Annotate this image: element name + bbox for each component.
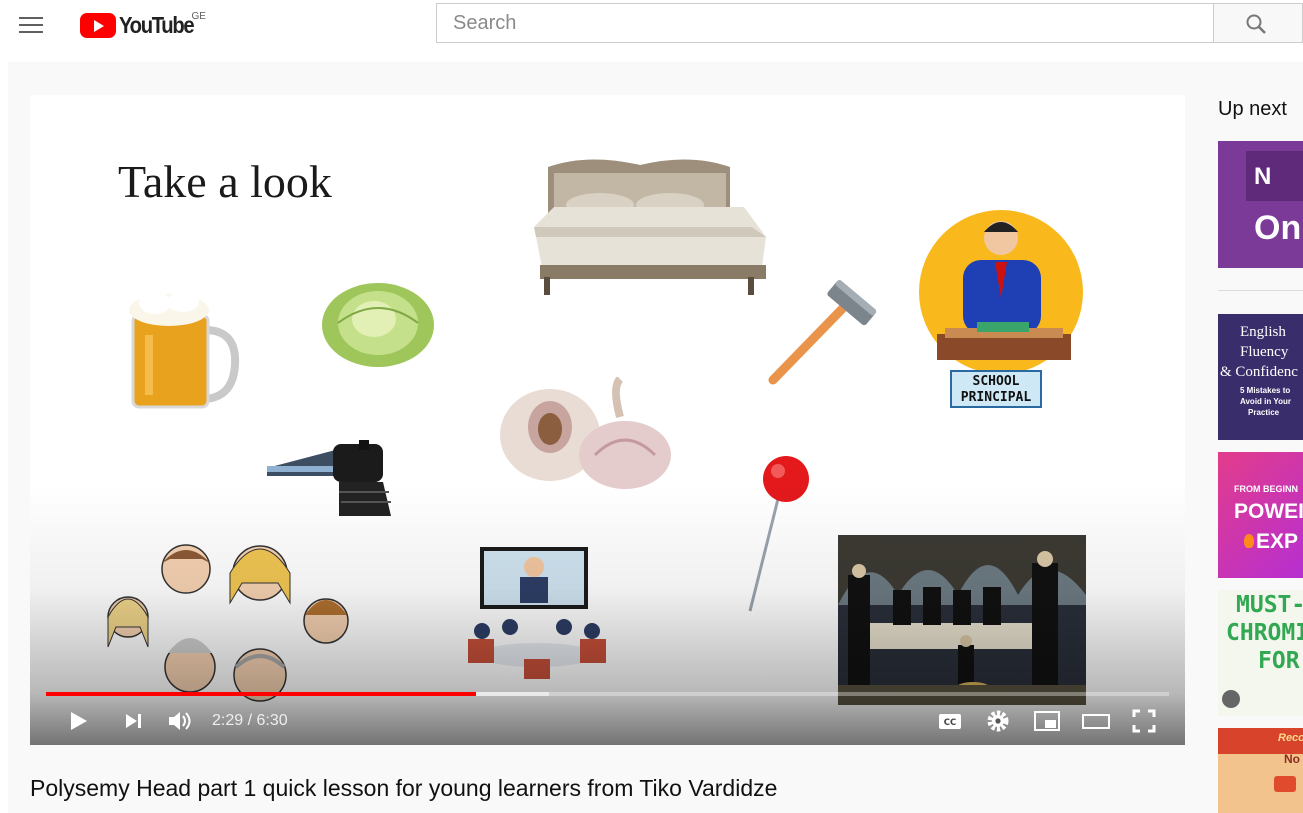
masthead: YouTube GE xyxy=(0,0,1303,56)
youtube-play-icon xyxy=(80,13,116,38)
svg-text:CC: CC xyxy=(944,718,956,728)
youtube-logo[interactable]: YouTube GE xyxy=(80,11,206,39)
up-next-thumbnail[interactable]: N On xyxy=(1218,141,1303,268)
meeting-room-image xyxy=(468,547,606,679)
thumbnail-text: FROM BEGINN xyxy=(1234,484,1298,494)
thumbnail-text: 5 Mistakes to xyxy=(1240,386,1291,395)
duration: 6:30 xyxy=(256,712,288,729)
thumbnail-text: N xyxy=(1254,163,1272,190)
country-code: GE xyxy=(191,11,206,22)
lettuce-image xyxy=(322,283,434,367)
volume-icon[interactable] xyxy=(162,703,198,739)
thumbnail-text: Record xyxy=(1278,732,1303,744)
theater-mode-icon[interactable] xyxy=(1078,703,1114,739)
pushpin-image xyxy=(748,456,809,612)
current-time: 2:29 xyxy=(212,712,244,729)
principal-label-line1: SCHOOL xyxy=(972,374,1020,389)
video-player[interactable]: Take a look SCHOOL PRINCIPAL 2:29 / 6:30… xyxy=(30,95,1185,745)
subtitles-icon[interactable]: CC xyxy=(932,703,968,739)
up-next-thumbnail[interactable]: English Fluency & Confidenc 5 Mistakes t… xyxy=(1218,314,1303,440)
up-next-thumbnail[interactable]: Record No xyxy=(1218,728,1303,813)
fire-icon xyxy=(1244,534,1254,548)
up-next-thumbnail[interactable]: FROM BEGINN POWEI EXP xyxy=(1218,452,1303,578)
search-button[interactable] xyxy=(1213,3,1303,43)
progress-bar[interactable] xyxy=(46,692,1169,696)
guide-menu-icon[interactable] xyxy=(14,10,50,40)
thumbnail-text: POWEI xyxy=(1234,500,1303,523)
thumbnail-text: MUST- xyxy=(1236,592,1303,618)
logo-text: YouTube xyxy=(119,12,195,38)
thumbnail-text: CHROMI xyxy=(1226,620,1303,646)
search-input[interactable] xyxy=(436,3,1213,43)
up-next-thumbnail[interactable]: MUST- CHROMI FOR xyxy=(1218,590,1303,716)
beer-mug-image xyxy=(129,292,240,409)
family-faces-image xyxy=(107,544,349,702)
time-separator: / xyxy=(243,712,257,729)
time-display: 2:29 / 6:30 xyxy=(212,712,288,730)
thumbnail-text: & Confidenc xyxy=(1220,364,1298,380)
bed-image xyxy=(534,159,766,295)
thumbnail-text: On xyxy=(1254,209,1302,247)
megaphone-icon xyxy=(1274,776,1296,792)
thumbnail-text: English xyxy=(1240,324,1286,340)
thumbnail-text: Practice xyxy=(1248,408,1280,417)
thumbnail-text: Fluency xyxy=(1240,344,1289,360)
play-button[interactable] xyxy=(60,703,96,739)
school-principal-label: SCHOOL PRINCIPAL xyxy=(950,370,1042,408)
thumbnail-text: No xyxy=(1284,752,1300,766)
miniplayer-icon[interactable] xyxy=(1029,703,1065,739)
garlic-image xyxy=(500,377,671,489)
fullscreen-icon[interactable] xyxy=(1126,703,1162,739)
next-button[interactable] xyxy=(116,703,152,739)
thumbnail-text: EXP xyxy=(1256,530,1299,553)
up-next-heading: Up next xyxy=(1218,98,1287,120)
settings-gear-icon[interactable] xyxy=(980,703,1016,739)
hammer-image xyxy=(768,280,877,385)
thumbnail-text: FOR xyxy=(1258,648,1300,674)
slide-title: Take a look xyxy=(118,156,332,207)
search-icon xyxy=(1246,14,1266,34)
sidebar-divider xyxy=(1218,290,1303,291)
tree-icon xyxy=(1222,690,1240,708)
video-title: Polysemy Head part 1 quick lesson for yo… xyxy=(30,775,778,801)
principal-label-line2: PRINCIPAL xyxy=(960,390,1032,405)
progress-played xyxy=(46,692,477,696)
thumbnail-text: Avoid in Your xyxy=(1240,397,1291,406)
train-image xyxy=(267,440,391,516)
school-principal-image xyxy=(919,210,1083,374)
painting-image xyxy=(838,535,1086,705)
